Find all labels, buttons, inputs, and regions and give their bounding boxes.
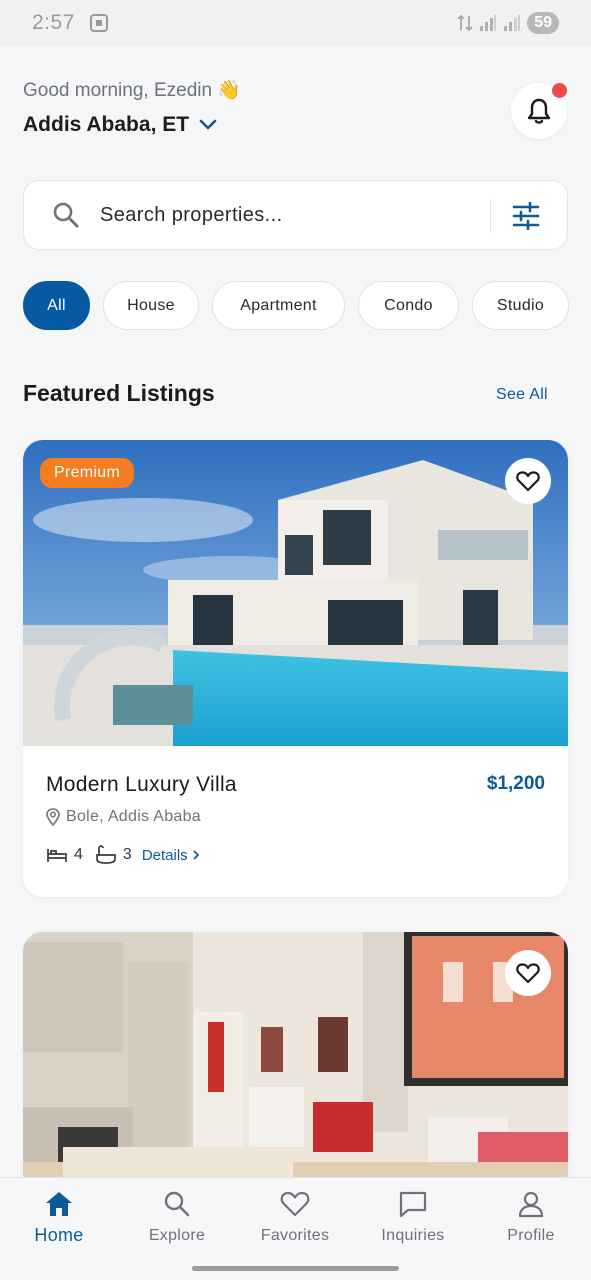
listing-image <box>23 932 568 1192</box>
greeting-text: Good morning, Ezedin 👋 <box>23 80 241 101</box>
filter-sliders-icon[interactable] <box>512 202 540 230</box>
nav-label: Profile <box>507 1227 555 1244</box>
search-icon <box>164 1191 190 1217</box>
nav-label: Inquiries <box>381 1227 445 1244</box>
battery-indicator: 59 <box>527 12 559 34</box>
details-link[interactable]: Details <box>142 847 200 864</box>
section-title: Featured Listings <box>23 380 215 406</box>
signal-icon <box>480 15 497 31</box>
baths-count: 3 <box>122 846 132 863</box>
search-input[interactable] <box>100 203 460 227</box>
location-selector[interactable]: Addis Ababa, ET <box>23 113 217 137</box>
chevron-right-icon <box>193 850 199 860</box>
user-icon <box>518 1191 544 1218</box>
status-bar: 2:57 59 <box>0 0 591 46</box>
nav-label: Favorites <box>260 1227 330 1244</box>
bell-icon <box>527 98 551 124</box>
listing-location-text: Bole, Addis Ababa <box>66 808 201 825</box>
chevron-down-icon <box>199 119 217 130</box>
bed-icon <box>47 849 67 862</box>
nav-home[interactable]: Home <box>4 1190 114 1246</box>
heart-icon <box>280 1191 310 1217</box>
chip-all[interactable]: All <box>23 281 90 330</box>
apartment-photo <box>23 932 568 1192</box>
chip-house[interactable]: House <box>103 281 199 330</box>
search-bar <box>23 180 568 250</box>
status-right: 59 <box>457 12 559 34</box>
premium-badge: Premium <box>40 458 135 488</box>
details-label: Details <box>141 846 188 864</box>
listing-title: Modern Luxury Villa <box>46 773 237 796</box>
listing-specs: 4 3 Details <box>46 845 200 865</box>
status-left: 2:57 <box>32 11 109 35</box>
signal-icon-2 <box>504 15 521 31</box>
nav-inquiries[interactable]: Inquiries <box>358 1190 468 1245</box>
nav-profile[interactable]: Profile <box>476 1190 586 1245</box>
map-pin-icon <box>46 808 60 826</box>
chip-apartment[interactable]: Apartment <box>212 281 345 330</box>
listing-location: Bole, Addis Ababa <box>46 808 201 826</box>
chip-condo[interactable]: Condo <box>358 281 459 330</box>
beds-count: 4 <box>74 846 83 863</box>
nav-favorites[interactable]: Favorites <box>240 1190 350 1245</box>
listing-price: $1,200 <box>486 773 545 794</box>
notifications-button[interactable] <box>511 83 567 139</box>
screenshot-icon <box>89 14 108 32</box>
nav-label: Explore <box>148 1227 206 1244</box>
see-all-link[interactable]: See All <box>496 386 548 404</box>
listing-card[interactable] <box>23 932 568 1192</box>
search-divider <box>490 199 491 233</box>
chip-studio[interactable]: Studio <box>472 281 569 330</box>
bath-icon <box>96 845 116 864</box>
bottom-navigation: Home Explore Favorites Inquiries Profile <box>0 1177 591 1280</box>
notification-dot <box>552 83 567 98</box>
location-label: Addis Ababa, ET <box>23 113 190 136</box>
listing-image: Premium <box>23 440 568 746</box>
search-icon <box>53 202 79 228</box>
favorite-button[interactable] <box>505 458 551 504</box>
data-transfer-icon <box>457 14 473 32</box>
status-time: 2:57 <box>32 11 75 34</box>
favorite-button[interactable] <box>505 950 551 996</box>
home-icon <box>46 1192 72 1216</box>
nav-label: Home <box>34 1225 84 1245</box>
heart-icon <box>516 471 540 492</box>
home-indicator[interactable] <box>192 1266 399 1271</box>
category-chips: All House Apartment Condo Studio <box>23 281 569 330</box>
listing-card[interactable]: Premium Modern Luxury Villa $1,200 Bole,… <box>23 440 568 897</box>
nav-explore[interactable]: Explore <box>122 1190 232 1245</box>
heart-icon <box>516 963 540 984</box>
message-icon <box>399 1191 427 1218</box>
